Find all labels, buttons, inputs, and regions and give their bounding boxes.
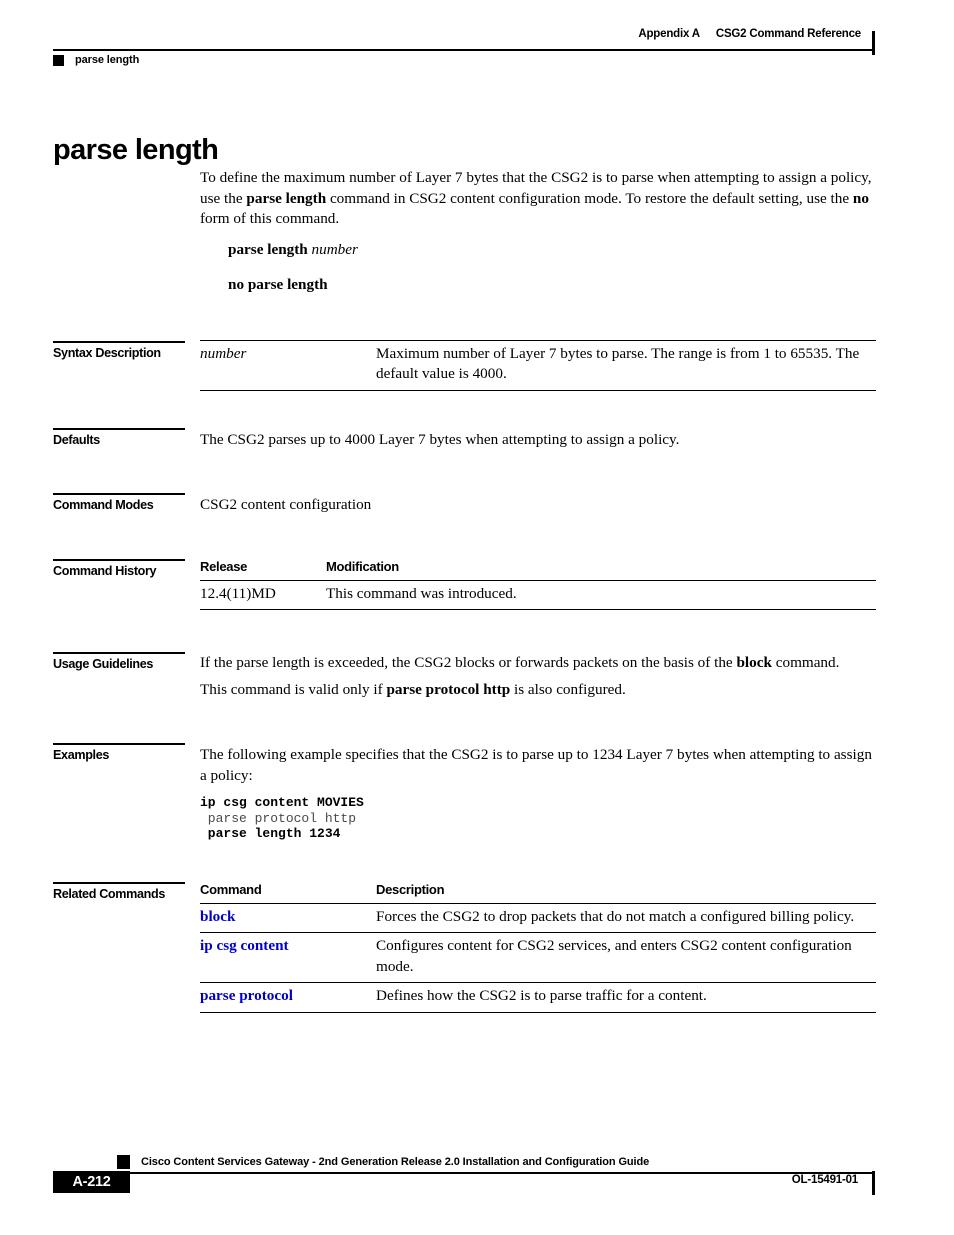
examples-body: The following example specifies that the… bbox=[200, 745, 876, 842]
page-footer: Cisco Content Services Gateway - 2nd Gen… bbox=[53, 1155, 875, 1203]
command-history-release-cell: 12.4(11)MD bbox=[200, 580, 326, 611]
header-chapter-label: CSG2 Command Reference bbox=[715, 28, 861, 40]
command-syntax-keyword: parse length bbox=[228, 241, 308, 258]
usage-p2-text-2: is also configured. bbox=[510, 680, 626, 698]
example-code-block: ip csg content MOVIES parse protocol htt… bbox=[200, 795, 876, 842]
code-line-1: ip csg content MOVIES bbox=[200, 795, 364, 811]
header-running-command: parse length bbox=[53, 51, 139, 69]
examples-intro-text: The following example specifies that the… bbox=[200, 746, 872, 784]
related-command-description-cell: Configures content for CSG2 services, an… bbox=[376, 932, 876, 984]
usage-p2-bold: parse protocol http bbox=[386, 680, 511, 698]
section-label-related-commands: Related Commands bbox=[53, 882, 213, 901]
header-chapter-line: Appendix A CSG2 Command Reference bbox=[638, 28, 861, 40]
usage-p1-bold: block bbox=[736, 654, 772, 671]
syntax-argument-cell: number bbox=[200, 340, 376, 391]
command-syntax-argument: number bbox=[307, 241, 358, 258]
command-history-table-wrap: Release Modification 12.4(11)MD This com… bbox=[200, 556, 876, 611]
table-header-row: Command Description bbox=[200, 879, 876, 904]
usage-guidelines-body: If the parse length is exceeded, the CSG… bbox=[200, 653, 876, 700]
command-history-header-release: Release bbox=[200, 556, 326, 581]
header-square-icon bbox=[53, 55, 64, 66]
command-history-table: Release Modification 12.4(11)MD This com… bbox=[200, 556, 876, 611]
related-commands-header-command: Command bbox=[200, 879, 376, 904]
section-label-usage-guidelines: Usage Guidelines bbox=[53, 652, 213, 671]
page-header: Appendix A CSG2 Command Reference parse l… bbox=[53, 28, 875, 68]
table-row: number Maximum number of Layer 7 bytes t… bbox=[200, 340, 876, 391]
table-header-row: Release Modification bbox=[200, 556, 876, 581]
command-modes-text: CSG2 content configuration bbox=[200, 496, 372, 513]
document-page: Appendix A CSG2 Command Reference parse l… bbox=[0, 0, 954, 1235]
code-line-2: parse protocol http bbox=[200, 810, 357, 826]
defaults-text: The CSG2 parses up to 4000 Layer 7 bytes… bbox=[200, 431, 680, 448]
usage-guidelines-paragraph-1: If the parse length is exceeded, the CSG… bbox=[200, 653, 876, 674]
command-no-form-line: no parse length bbox=[228, 276, 328, 294]
section-label-command-history: Command History bbox=[53, 559, 213, 578]
table-row: parse protocol Defines how the CSG2 is t… bbox=[200, 982, 876, 1013]
header-rule bbox=[53, 49, 875, 51]
usage-p1-text-1: If the parse length is exceeded, the CSG… bbox=[200, 654, 737, 671]
syntax-description-table-wrap: number Maximum number of Layer 7 bytes t… bbox=[200, 340, 876, 391]
header-appendix-label: Appendix A bbox=[638, 28, 700, 40]
section-label-command-modes: Command Modes bbox=[53, 493, 213, 512]
intro-text-2: command in CSG2 content configuration mo… bbox=[326, 189, 853, 207]
related-command-description-cell: Defines how the CSG2 is to parse traffic… bbox=[376, 982, 876, 1013]
related-command-link-parse-protocol[interactable]: parse protocol bbox=[200, 987, 293, 1004]
section-label-examples: Examples bbox=[53, 743, 213, 762]
usage-p2-text-1: This command is valid only if bbox=[200, 680, 387, 698]
command-history-modification-cell: This command was introduced. bbox=[326, 580, 876, 611]
intro-paragraph: To define the maximum number of Layer 7 … bbox=[200, 168, 876, 230]
intro-bold-1: parse length bbox=[246, 189, 327, 207]
related-commands-header-description: Description bbox=[376, 879, 876, 904]
usage-p1-text-2: command. bbox=[771, 654, 840, 671]
footer-square-icon bbox=[117, 1155, 130, 1169]
usage-guidelines-paragraph-2: This command is valid only if parse prot… bbox=[200, 680, 876, 701]
command-syntax-line: parse length number bbox=[228, 241, 358, 259]
footer-guide-title: Cisco Content Services Gateway - 2nd Gen… bbox=[141, 1156, 650, 1168]
footer-document-id: OL-15491-01 bbox=[791, 1174, 858, 1186]
related-command-link-cell[interactable]: ip csg content bbox=[200, 932, 376, 984]
related-commands-table-wrap: Command Description block Forces the CSG… bbox=[200, 879, 876, 1013]
command-history-header-modification: Modification bbox=[326, 556, 876, 581]
section-label-syntax-description: Syntax Description bbox=[53, 341, 213, 360]
intro-bold-2: no bbox=[852, 189, 869, 207]
table-row: block Forces the CSG2 to drop packets th… bbox=[200, 903, 876, 934]
section-label-defaults: Defaults bbox=[53, 428, 213, 447]
code-line-3: parse length 1234 bbox=[200, 826, 341, 842]
footer-page-number: A-212 bbox=[53, 1171, 130, 1193]
syntax-description-cell: Maximum number of Layer 7 bytes to parse… bbox=[376, 340, 876, 391]
syntax-description-table: number Maximum number of Layer 7 bytes t… bbox=[200, 340, 876, 391]
footer-rule bbox=[53, 1172, 875, 1174]
footer-edge-tick bbox=[872, 1171, 875, 1195]
related-command-link-block[interactable]: block bbox=[200, 908, 235, 925]
related-commands-table: Command Description block Forces the CSG… bbox=[200, 879, 876, 1013]
header-edge-tick bbox=[872, 31, 875, 55]
table-row: 12.4(11)MD This command was introduced. bbox=[200, 580, 876, 611]
command-no-form-keyword: no parse length bbox=[228, 276, 328, 293]
related-command-link-ip-csg-content[interactable]: ip csg content bbox=[200, 937, 289, 954]
related-command-link-cell[interactable]: block bbox=[200, 903, 376, 934]
table-row: ip csg content Configures content for CS… bbox=[200, 932, 876, 984]
intro-text-3: form of this command. bbox=[200, 210, 340, 228]
page-title: parse length bbox=[53, 134, 219, 167]
related-command-description-cell: Forces the CSG2 to drop packets that do … bbox=[376, 903, 876, 934]
related-command-link-cell[interactable]: parse protocol bbox=[200, 982, 376, 1013]
header-running-command-label: parse length bbox=[75, 54, 140, 66]
